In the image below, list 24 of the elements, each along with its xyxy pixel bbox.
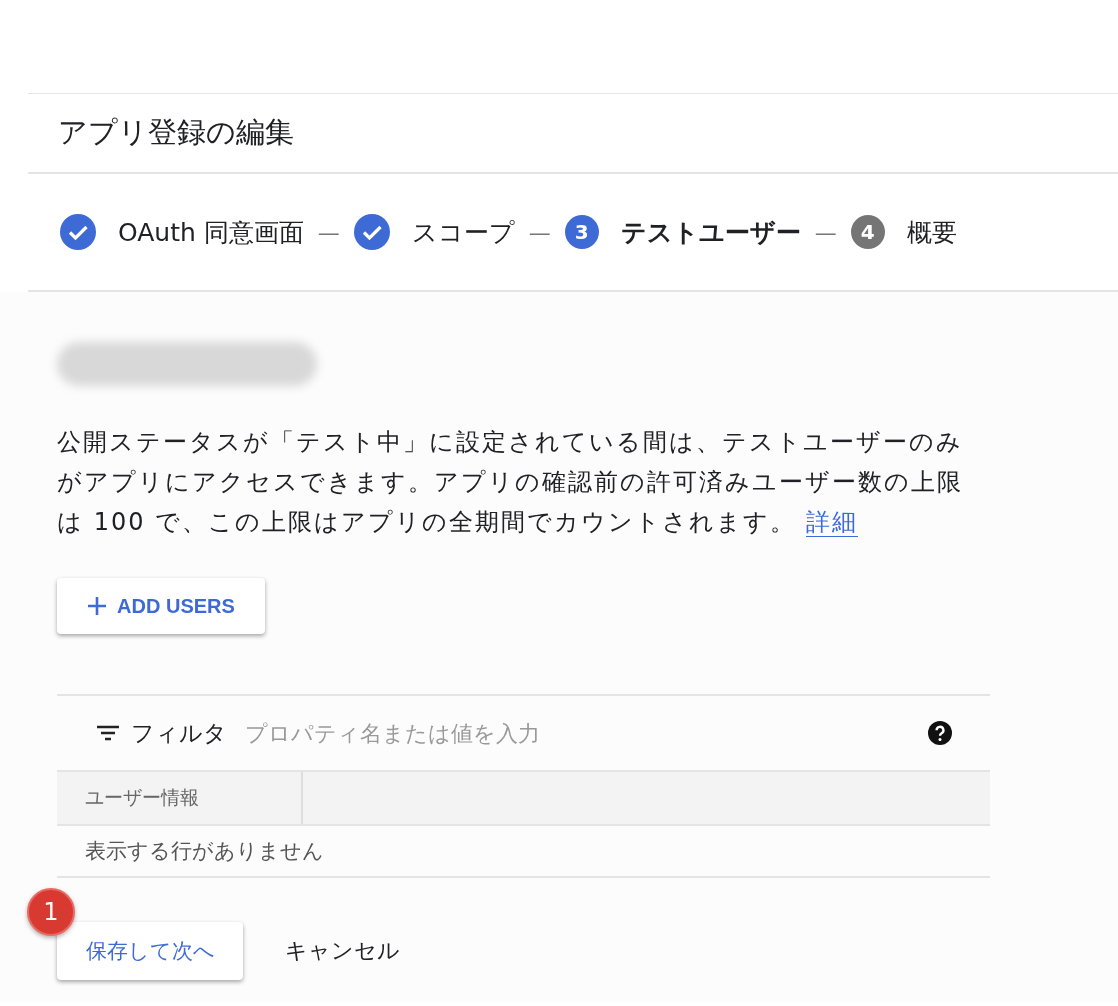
- save-button[interactable]: 保存して次へ: [57, 922, 243, 980]
- plus-icon: [87, 596, 108, 616]
- help-icon[interactable]: [928, 721, 952, 745]
- filter-icon: [97, 725, 119, 741]
- step-separator: —: [528, 219, 551, 245]
- filter-field[interactable]: プロパティ名または値を入力: [243, 719, 928, 747]
- cancel-button[interactable]: キャンセル: [285, 928, 400, 974]
- step-number: 4: [850, 215, 885, 249]
- step-separator: —: [317, 219, 340, 245]
- details-link[interactable]: 詳細: [805, 508, 858, 537]
- step-label: テストユーザー: [620, 216, 801, 249]
- step-label: 概要: [906, 216, 957, 249]
- description-text: 公開ステータスが「テスト中」に設定されている間は、テストユーザーのみがアプリにアクセスできます。アプリの確認前の許可済みユーザー数の上限は 100 で、この上限はアプリの全期間でカウントされます。 詳細: [57, 427, 964, 539]
- step-label: スコープ: [411, 216, 515, 249]
- page-title: アプリ登録の編集: [58, 114, 294, 151]
- empty-message: 表示する行がありません: [85, 838, 324, 865]
- step-number: 3: [564, 215, 599, 249]
- filter-label: フィルタ: [131, 718, 227, 748]
- step-label: OAuth 同意画面: [118, 216, 304, 249]
- add-users-button[interactable]: ADD USERS: [57, 578, 265, 634]
- check-icon: [353, 214, 390, 250]
- step-badge: 1: [27, 888, 75, 936]
- step-separator: —: [814, 219, 837, 245]
- check-icon: [60, 214, 96, 250]
